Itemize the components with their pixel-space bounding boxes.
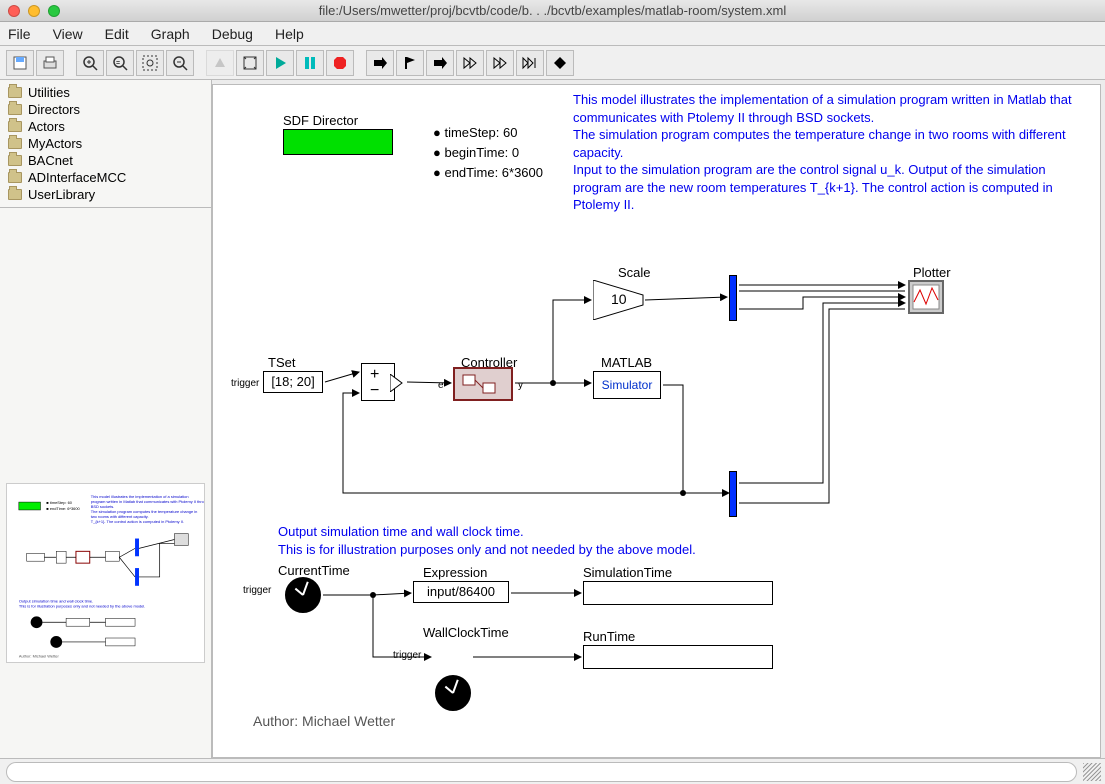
status-field — [6, 762, 1077, 782]
director-label: SDF Director — [283, 113, 358, 128]
menu-view[interactable]: View — [53, 26, 83, 42]
navigator-preview[interactable]: ■ timeStep: 60 ■ endTime: 6*3600 This mo… — [0, 477, 211, 758]
folder-icon — [8, 87, 22, 98]
wallclock-trigger: trigger — [393, 650, 421, 661]
currenttime-trigger: trigger — [243, 585, 271, 596]
tset-label: TSet — [268, 355, 295, 370]
folder-icon — [8, 189, 22, 200]
flag-icon[interactable] — [396, 50, 424, 76]
folder-icon — [8, 155, 22, 166]
tree-item-utilities[interactable]: Utilities — [0, 84, 211, 101]
toolbar: = — [0, 46, 1105, 80]
plotter-label: Plotter — [913, 265, 951, 280]
tset-trigger-label: trigger — [231, 378, 259, 389]
resize-grip-icon[interactable] — [1083, 763, 1101, 781]
fullscreen-button[interactable] — [236, 50, 264, 76]
plotter-block[interactable] — [908, 280, 944, 314]
titlebar: file:/Users/mwetter/proj/bcvtb/code/b. .… — [0, 0, 1105, 22]
fastfwd2-icon[interactable] — [486, 50, 514, 76]
zoom-fit-button[interactable] — [136, 50, 164, 76]
svg-text:■ endTime: 6*3600: ■ endTime: 6*3600 — [46, 506, 80, 511]
tree-item-userlibrary[interactable]: UserLibrary — [0, 186, 211, 203]
note2-text: Output simulation time and wall clock ti… — [278, 523, 828, 558]
currenttime-label: CurrentTime — [278, 563, 350, 578]
runtime-label: RunTime — [583, 629, 635, 644]
svg-text:■ timeStep: 60: ■ timeStep: 60 — [46, 500, 72, 505]
zoom-out-button[interactable] — [166, 50, 194, 76]
param-begintime: ● beginTime: 0 — [433, 145, 519, 160]
print-button[interactable] — [36, 50, 64, 76]
matlab-block[interactable]: Simulator — [593, 371, 661, 399]
pause-button[interactable] — [296, 50, 324, 76]
controller-y-label: y — [518, 380, 523, 391]
folder-icon — [8, 121, 22, 132]
param-timestep: ● timeStep: 60 — [433, 125, 517, 140]
menu-help[interactable]: Help — [275, 26, 304, 42]
zoom-reset-button[interactable]: = — [106, 50, 134, 76]
param-endtime: ● endTime: 6*3600 — [433, 165, 543, 180]
currenttime-block[interactable] — [285, 577, 321, 613]
menu-file[interactable]: File — [8, 26, 31, 42]
expression-block[interactable]: input/86400 — [413, 581, 509, 603]
tree-item-bacnet[interactable]: BACnet — [0, 152, 211, 169]
svg-text:This is for illustration purpo: This is for illustration purposes only a… — [19, 603, 146, 608]
wallclock-block[interactable] — [435, 675, 471, 711]
model-canvas[interactable]: SDF Director ● timeStep: 60 ● beginTime:… — [212, 84, 1101, 758]
scale-label: Scale — [618, 265, 651, 280]
mux-bottom[interactable] — [729, 471, 737, 517]
tset-block[interactable]: [18; 20] — [263, 371, 323, 393]
adder-block[interactable]: + − — [361, 363, 395, 401]
statusbar — [0, 758, 1105, 784]
menu-edit[interactable]: Edit — [105, 26, 129, 42]
save-button[interactable] — [6, 50, 34, 76]
description-text: This model illustrates the implementatio… — [573, 91, 1083, 214]
folder-icon — [8, 172, 22, 183]
diamond-icon[interactable] — [546, 50, 574, 76]
tree-item-adinterfacemcc[interactable]: ADInterfaceMCC — [0, 169, 211, 186]
arrow2-icon[interactable] — [426, 50, 454, 76]
svg-text:Author: Michael Wetter: Author: Michael Wetter — [19, 654, 60, 659]
menu-graph[interactable]: Graph — [151, 26, 190, 42]
fastfwd1-icon[interactable] — [456, 50, 484, 76]
simulationtime-block[interactable] — [583, 581, 773, 605]
folder-icon — [8, 138, 22, 149]
tree-item-directors[interactable]: Directors — [0, 101, 211, 118]
author-text: Author: Michael Wetter — [253, 713, 395, 729]
svg-text:T_{k+1}. The control action is: T_{k+1}. The control action is computed … — [91, 519, 184, 524]
tree-item-myactors[interactable]: MyActors — [0, 135, 211, 152]
controller-block[interactable] — [453, 367, 513, 401]
expression-label: Expression — [423, 565, 487, 580]
wallclock-label: WallClockTime — [423, 625, 509, 640]
simulationtime-label: SimulationTime — [583, 565, 672, 580]
controller-e-label: e — [438, 380, 444, 391]
menu-debug[interactable]: Debug — [212, 26, 253, 42]
up-button[interactable] — [206, 50, 234, 76]
svg-text:=: = — [116, 60, 120, 67]
fastfwd3-icon[interactable] — [516, 50, 544, 76]
matlab-label: MATLAB — [601, 355, 652, 370]
library-tree: Utilities Directors Actors MyActors BACn… — [0, 80, 211, 208]
tree-item-actors[interactable]: Actors — [0, 118, 211, 135]
folder-icon — [8, 104, 22, 115]
sidebar: Utilities Directors Actors MyActors BACn… — [0, 80, 212, 758]
sdf-director-block[interactable] — [283, 129, 393, 155]
window-title: file:/Users/mwetter/proj/bcvtb/code/b. .… — [0, 3, 1105, 18]
run-button[interactable] — [266, 50, 294, 76]
zoom-in-button[interactable] — [76, 50, 104, 76]
stop-button[interactable] — [326, 50, 354, 76]
menubar: File View Edit Graph Debug Help — [0, 22, 1105, 46]
svg-text:10: 10 — [611, 291, 627, 307]
mux-top[interactable] — [729, 275, 737, 321]
runtime-block[interactable] — [583, 645, 773, 669]
arrow1-icon[interactable] — [366, 50, 394, 76]
scale-block[interactable]: 10 — [593, 280, 663, 323]
